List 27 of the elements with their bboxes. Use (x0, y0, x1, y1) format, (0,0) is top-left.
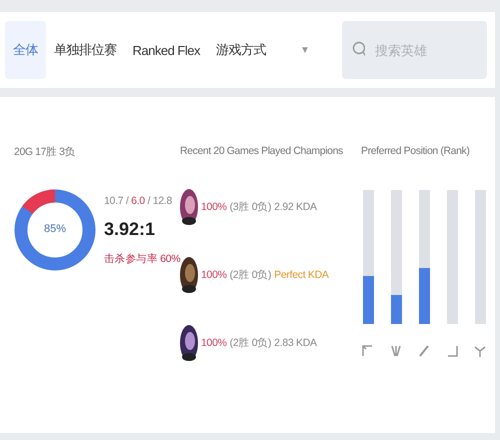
kda-ratio: 3.92:1 (104, 218, 156, 240)
search-input[interactable]: 搜索英雄 (373, 42, 477, 58)
bottom-lane-icon (445, 344, 459, 358)
win-rate: 100% (201, 201, 227, 213)
win-rate: 100% (201, 337, 227, 349)
slash-icon (417, 344, 431, 358)
search-icon (352, 41, 365, 59)
kda-text: 2.83 KDA (274, 337, 317, 349)
kda-text: 2.92 KDA (274, 201, 317, 213)
positions-title: Preferred Position (Rank) (361, 145, 470, 157)
kill-participation: 击杀参与率 60% (104, 252, 180, 266)
kda-text: Perfect KDA (274, 269, 329, 281)
tab[interactable]: Ranked Flex (124, 21, 208, 79)
champions-title: Recent 20 Games Played Champions (180, 145, 343, 157)
top-lane-icon (361, 344, 375, 358)
tab[interactable]: 游戏方式 ▼ (208, 21, 318, 79)
win-loss: (2胜 0负) (230, 336, 272, 350)
tab[interactable]: 单独排位赛 (46, 21, 124, 79)
kda-line: 10.7 / 6.0 / 12.8 (104, 194, 173, 206)
win-rate-label: 85% (42, 223, 68, 235)
win-loss: (2胜 0负) (230, 268, 272, 282)
win-loss: (3胜 0负) (230, 200, 272, 214)
fork-icon (473, 344, 487, 358)
tab[interactable]: 全体 (5, 21, 46, 79)
claw-icon (389, 344, 403, 358)
record-text: 20G 17胜 3负 (14, 145, 76, 159)
win-rate: 100% (201, 269, 227, 281)
